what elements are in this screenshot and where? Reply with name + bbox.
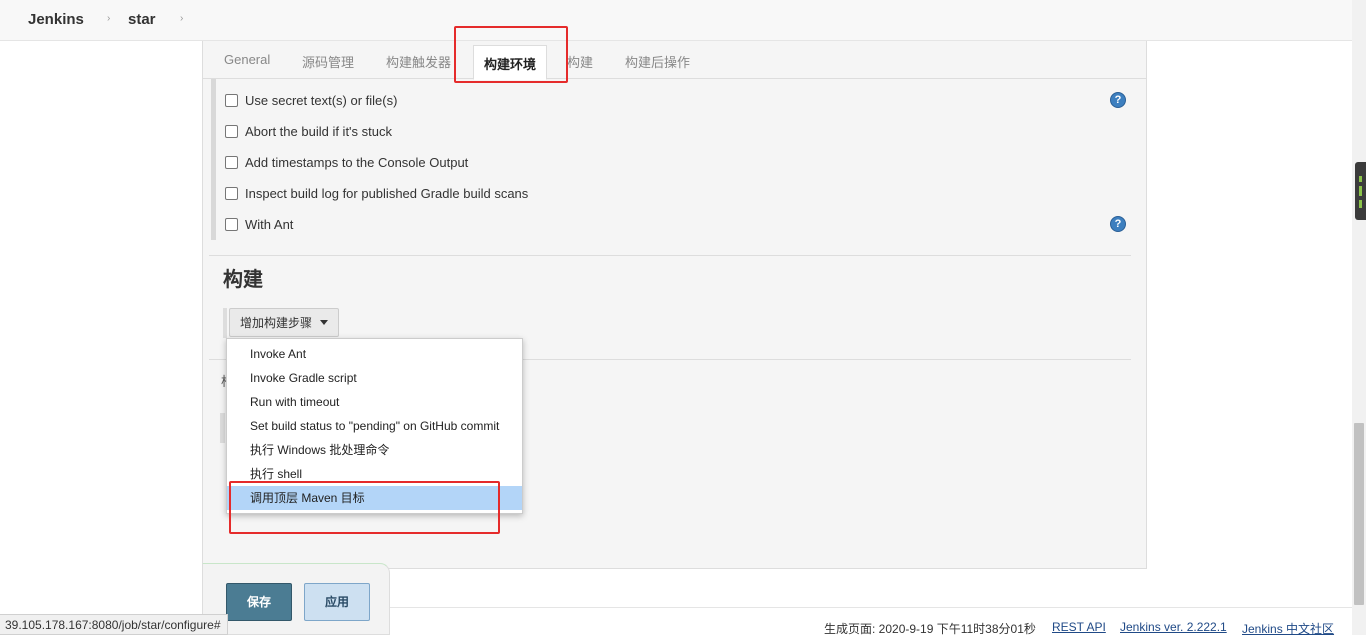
footer-divider [390,607,1352,608]
breadcrumb-bar: Jenkins › star › [0,0,1352,41]
menu-item-invoke-gradle[interactable]: Invoke Gradle script [227,366,522,390]
gradle-scans-checkbox[interactable] [225,187,238,200]
option-timestamps[interactable]: Add timestamps to the Console Output [225,155,468,170]
timestamps-checkbox[interactable] [225,156,238,169]
tab-general[interactable]: General [224,52,270,67]
tab-build-triggers[interactable]: 构建触发器 [386,52,451,71]
menu-item-invoke-ant[interactable]: Invoke Ant [227,342,522,366]
option-label: Inspect build log for published Gradle b… [245,186,529,201]
breadcrumb-jenkins[interactable]: Jenkins [28,11,84,28]
build-section-title: 构建 [223,269,263,291]
option-abort-stuck[interactable]: Abort the build if it's stuck [225,124,392,139]
rest-api-link[interactable]: REST API [1052,620,1106,634]
section-indent-bar [223,308,227,338]
option-secret-text[interactable]: Use secret text(s) or file(s) [225,93,397,108]
jenkins-version-link[interactable]: Jenkins ver. 2.222.1 [1120,620,1227,634]
tab-build[interactable]: 构建 [567,52,593,71]
side-widget-icon[interactable] [1355,162,1366,220]
menu-item-windows-batch[interactable]: 执行 Windows 批处理命令 [227,438,522,462]
section-indent-bar [211,79,216,240]
save-button[interactable]: 保存 [226,583,292,621]
status-bar-url: 39.105.178.167:8080/job/star/configure# [0,614,228,635]
build-step-menu: Invoke Ant Invoke Gradle script Run with… [226,338,523,514]
page-scrollbar[interactable] [1352,0,1366,635]
menu-item-run-with-timeout[interactable]: Run with timeout [227,390,522,414]
menu-item-invoke-maven[interactable]: 调用顶层 Maven 目标 [227,486,522,510]
divider [209,255,1131,256]
breadcrumb-star[interactable]: star [128,11,156,28]
page-generated-time: 生成页面: 2020-9-19 下午11时38分01秒 [824,622,1036,635]
option-label: Use secret text(s) or file(s) [245,93,398,108]
menu-item-execute-shell[interactable]: 执行 shell [227,462,522,486]
tab-source-code[interactable]: 源码管理 [302,52,354,71]
option-with-ant[interactable]: With Ant [225,217,293,232]
option-label: With Ant [245,217,294,232]
option-label: Abort the build if it's stuck [245,124,392,139]
abort-stuck-checkbox[interactable] [225,125,238,138]
section-indent-bar [220,413,225,443]
caret-down-icon [320,320,329,325]
add-build-step-label: 增加构建步骤 [240,316,313,330]
tab-post-build[interactable]: 构建后操作 [625,52,690,71]
tab-build-environment[interactable]: 构建环境 [473,45,548,80]
menu-item-github-pending-status[interactable]: Set build status to "pending" on GitHub … [227,414,522,438]
apply-button[interactable]: 应用 [304,583,370,621]
breadcrumb-separator-icon[interactable]: › [180,13,183,24]
option-label: Add timestamps to the Console Output [245,155,469,170]
config-tabs: General 源码管理 构建触发器 构建环境 构建 构建后操作 [203,41,1146,80]
breadcrumb-separator-icon[interactable]: › [107,13,110,24]
add-build-step: 增加构建步骤 [223,308,340,338]
jenkins-community-link[interactable]: Jenkins 中文社区 [1242,620,1334,635]
secret-text-checkbox[interactable] [225,94,238,107]
scrollbar-thumb[interactable] [1354,423,1364,605]
help-icon[interactable]: ? [1110,216,1126,232]
option-gradle-scans[interactable]: Inspect build log for published Gradle b… [225,186,528,201]
with-ant-checkbox[interactable] [225,218,238,231]
help-icon[interactable]: ? [1110,92,1126,108]
add-build-step-button[interactable]: 增加构建步骤 [229,308,340,337]
